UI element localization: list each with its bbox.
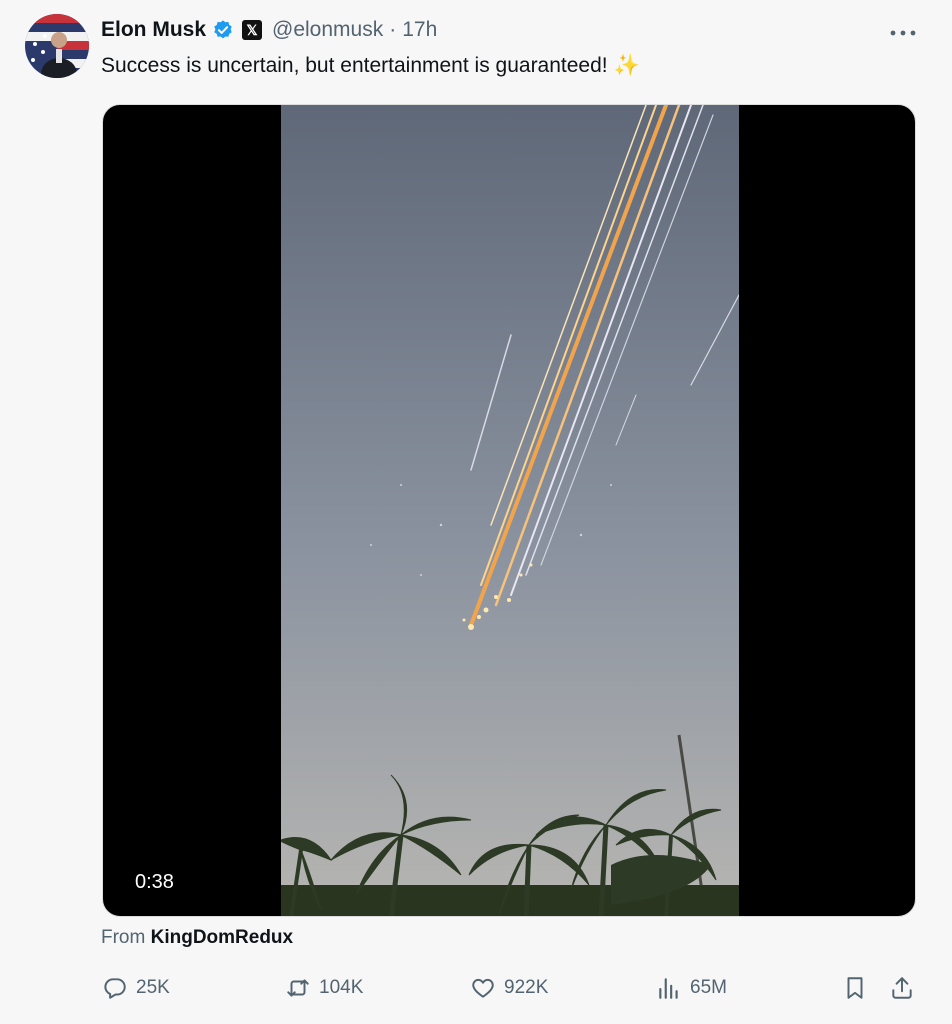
tweet-text-body: Success is uncertain, but entertainment …	[101, 54, 608, 77]
like-count: 922K	[504, 977, 549, 998]
source-account-link[interactable]: KingDomRedux	[151, 927, 294, 948]
like-button[interactable]: 922K	[470, 972, 548, 1004]
action-bar: 25K 104K 922K 65M	[0, 972, 952, 1004]
share-button[interactable]	[889, 972, 915, 1004]
tweet-text: Success is uncertain, but entertainment …	[101, 54, 640, 78]
repost-button[interactable]: 104K	[285, 972, 363, 1004]
bookmark-button[interactable]	[842, 972, 868, 1004]
heart-icon	[472, 978, 494, 998]
reply-button[interactable]: 25K	[102, 972, 170, 1004]
source-prefix: From	[101, 927, 146, 948]
views-count: 65M	[690, 977, 727, 998]
bookmark-icon	[847, 977, 863, 999]
more-horizontal-icon[interactable]	[890, 20, 916, 40]
reply-count: 25K	[136, 977, 170, 998]
media-source: From KingDomRedux	[101, 927, 293, 949]
author-handle[interactable]: @elonmusk	[272, 18, 383, 42]
media-video-player[interactable]: 0:38	[102, 104, 916, 917]
repost-count: 104K	[319, 977, 364, 998]
reply-icon	[104, 978, 126, 999]
tweet-time[interactable]: 17h	[402, 18, 437, 42]
verified-badge-icon	[214, 20, 232, 39]
share-icon	[892, 977, 912, 999]
video-duration: 0:38	[135, 871, 174, 893]
avatar[interactable]	[25, 14, 89, 78]
avatar-image	[25, 14, 89, 78]
author-name[interactable]: Elon Musk	[101, 18, 206, 42]
sparkles-emoji: ✨	[613, 54, 640, 77]
tweet-header: Elon Musk 𝕏 @elonmusk · 17h	[101, 14, 437, 46]
video-frame	[281, 105, 739, 916]
x-affiliation-icon: 𝕏	[242, 20, 263, 40]
views-button[interactable]: 65M	[656, 972, 727, 1004]
analytics-icon	[659, 978, 678, 999]
repost-icon	[287, 979, 309, 997]
separator-dot: ·	[389, 18, 397, 41]
